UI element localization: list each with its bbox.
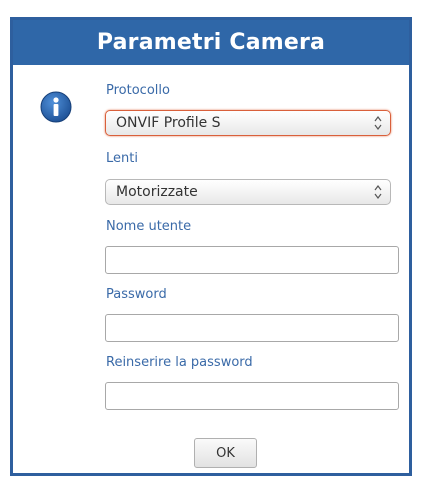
password-confirm-label: Reinserire la password (106, 355, 253, 370)
username-label: Nome utente (106, 219, 192, 234)
dialog-titlebar: Parametri Camera (13, 20, 409, 65)
protocol-select[interactable]: ONVIF Profile S (105, 110, 391, 136)
select-arrows-icon (374, 185, 382, 199)
select-arrows-icon (374, 116, 382, 130)
password-input[interactable] (105, 314, 399, 342)
protocol-label: Protocollo (106, 83, 170, 98)
protocol-selected-value: ONVIF Profile S (116, 115, 221, 131)
lens-label: Lenti (106, 151, 138, 166)
info-icon (40, 91, 72, 123)
lens-select[interactable]: Motorizzate (105, 179, 391, 205)
camera-parameters-dialog: Parametri Camera Protocollo ONVIF Profil… (10, 17, 412, 476)
ok-button[interactable]: OK (194, 438, 257, 468)
password-confirm-input[interactable] (105, 382, 399, 410)
username-input[interactable] (105, 246, 399, 274)
password-label: Password (106, 287, 167, 302)
lens-selected-value: Motorizzate (116, 184, 198, 200)
dialog-title: Parametri Camera (96, 30, 326, 55)
